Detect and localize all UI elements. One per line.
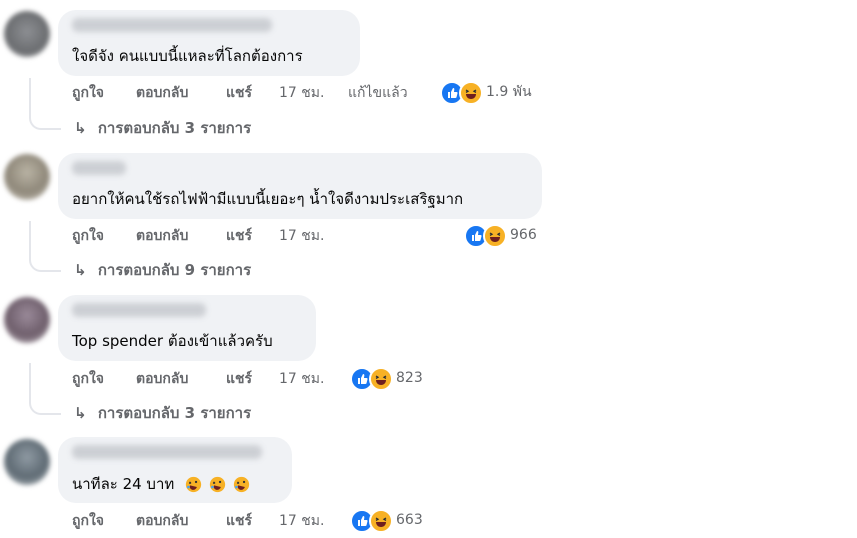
thread-line: [29, 363, 61, 415]
reaction-summary[interactable]: 823: [350, 367, 430, 391]
reply-button[interactable]: ตอบกลับ: [136, 84, 188, 102]
haha-icon: [369, 367, 393, 391]
haha-icon: [483, 224, 507, 248]
share-button[interactable]: แชร์: [226, 370, 252, 388]
thread-line: [29, 221, 61, 272]
author-name-redacted[interactable]: [72, 18, 272, 32]
comment-text: ใจดีจัง คนแบบนี้แหละที่โลกต้องการ: [72, 47, 303, 65]
author-name-redacted[interactable]: [72, 161, 126, 175]
rolling-laughing-emoji: [231, 475, 250, 493]
share-button[interactable]: แชร์: [226, 512, 252, 530]
reaction-summary[interactable]: 663: [350, 509, 430, 533]
reply-button[interactable]: ตอบกลับ: [136, 227, 188, 245]
author-name-redacted[interactable]: [72, 445, 262, 459]
timestamp[interactable]: 17 ชม.: [279, 227, 324, 245]
view-replies-link[interactable]: ↳ การตอบกลับ 3 รายการ: [74, 403, 251, 423]
share-button[interactable]: แชร์: [226, 227, 252, 245]
reply-button[interactable]: ตอบกลับ: [136, 512, 188, 530]
reaction-summary[interactable]: 966: [464, 224, 544, 248]
reply-arrow-icon: ↳: [74, 119, 87, 137]
timestamp[interactable]: 17 ชม.: [279, 84, 324, 102]
comment-bubble: อยากให้คนใช้รถไฟฟ้ามีแบบนี้เยอะๆ น้ำใจดี…: [58, 153, 542, 219]
haha-icon: [369, 509, 393, 533]
haha-icon: [459, 81, 483, 105]
like-button[interactable]: ถูกใจ: [72, 227, 104, 245]
reaction-summary[interactable]: 1.9 พัน: [440, 81, 550, 105]
replies-label: การตอบกลับ 3 รายการ: [97, 404, 252, 422]
replies-label: การตอบกลับ 9 รายการ: [97, 261, 252, 279]
comment-bubble: Top spender ต้องเข้าแล้วครับ: [58, 295, 316, 361]
share-button[interactable]: แชร์: [226, 84, 252, 102]
avatar[interactable]: [4, 154, 50, 200]
reaction-count: 823: [396, 370, 423, 386]
thread-line: [29, 78, 61, 130]
like-button[interactable]: ถูกใจ: [72, 370, 104, 388]
avatar[interactable]: [4, 439, 50, 485]
reply-button[interactable]: ตอบกลับ: [136, 370, 188, 388]
like-button[interactable]: ถูกใจ: [72, 512, 104, 530]
comment-item: ใจดีจัง คนแบบนี้แหละที่โลกต้องการ ถูกใจ …: [0, 0, 857, 140]
reaction-count: 1.9 พัน: [486, 84, 532, 100]
comment-text: นาทีละ 24 บาท: [72, 474, 250, 494]
replies-label: การตอบกลับ 3 รายการ: [97, 119, 252, 137]
comment-text: อยากให้คนใช้รถไฟฟ้ามีแบบนี้เยอะๆ น้ำใจดี…: [72, 190, 464, 208]
reply-arrow-icon: ↳: [74, 261, 87, 279]
reaction-count: 966: [510, 227, 537, 243]
timestamp[interactable]: 17 ชม.: [279, 512, 324, 530]
view-replies-link[interactable]: ↳ การตอบกลับ 9 รายการ: [74, 260, 251, 280]
comment-text: Top spender ต้องเข้าแล้วครับ: [72, 332, 273, 350]
avatar[interactable]: [4, 11, 50, 57]
timestamp[interactable]: 17 ชม.: [279, 370, 324, 388]
comment-item: นาทีละ 24 บาท ถูกใจ ตอบกลับ แชร์ 17 ชม. …: [0, 427, 857, 538]
view-replies-link[interactable]: ↳ การตอบกลับ 3 รายการ: [74, 118, 251, 138]
author-name-redacted[interactable]: [72, 303, 206, 317]
rolling-laughing-emoji: [207, 475, 231, 493]
rolling-laughing-emoji: [183, 475, 207, 493]
comment-bubble: นาทีละ 24 บาท: [58, 437, 292, 503]
reply-arrow-icon: ↳: [74, 404, 87, 422]
edited-label: แก้ไขแล้ว: [348, 85, 408, 101]
comment-bubble: ใจดีจัง คนแบบนี้แหละที่โลกต้องการ: [58, 10, 360, 76]
comment-item: อยากให้คนใช้รถไฟฟ้ามีแบบนี้เยอะๆ น้ำใจดี…: [0, 142, 857, 282]
avatar[interactable]: [4, 297, 50, 343]
reaction-count: 663: [396, 512, 423, 528]
comment-text-content: นาทีละ 24 บาท: [72, 475, 175, 493]
like-button[interactable]: ถูกใจ: [72, 84, 104, 102]
comment-item: Top spender ต้องเข้าแล้วครับ ถูกใจ ตอบกล…: [0, 285, 857, 425]
